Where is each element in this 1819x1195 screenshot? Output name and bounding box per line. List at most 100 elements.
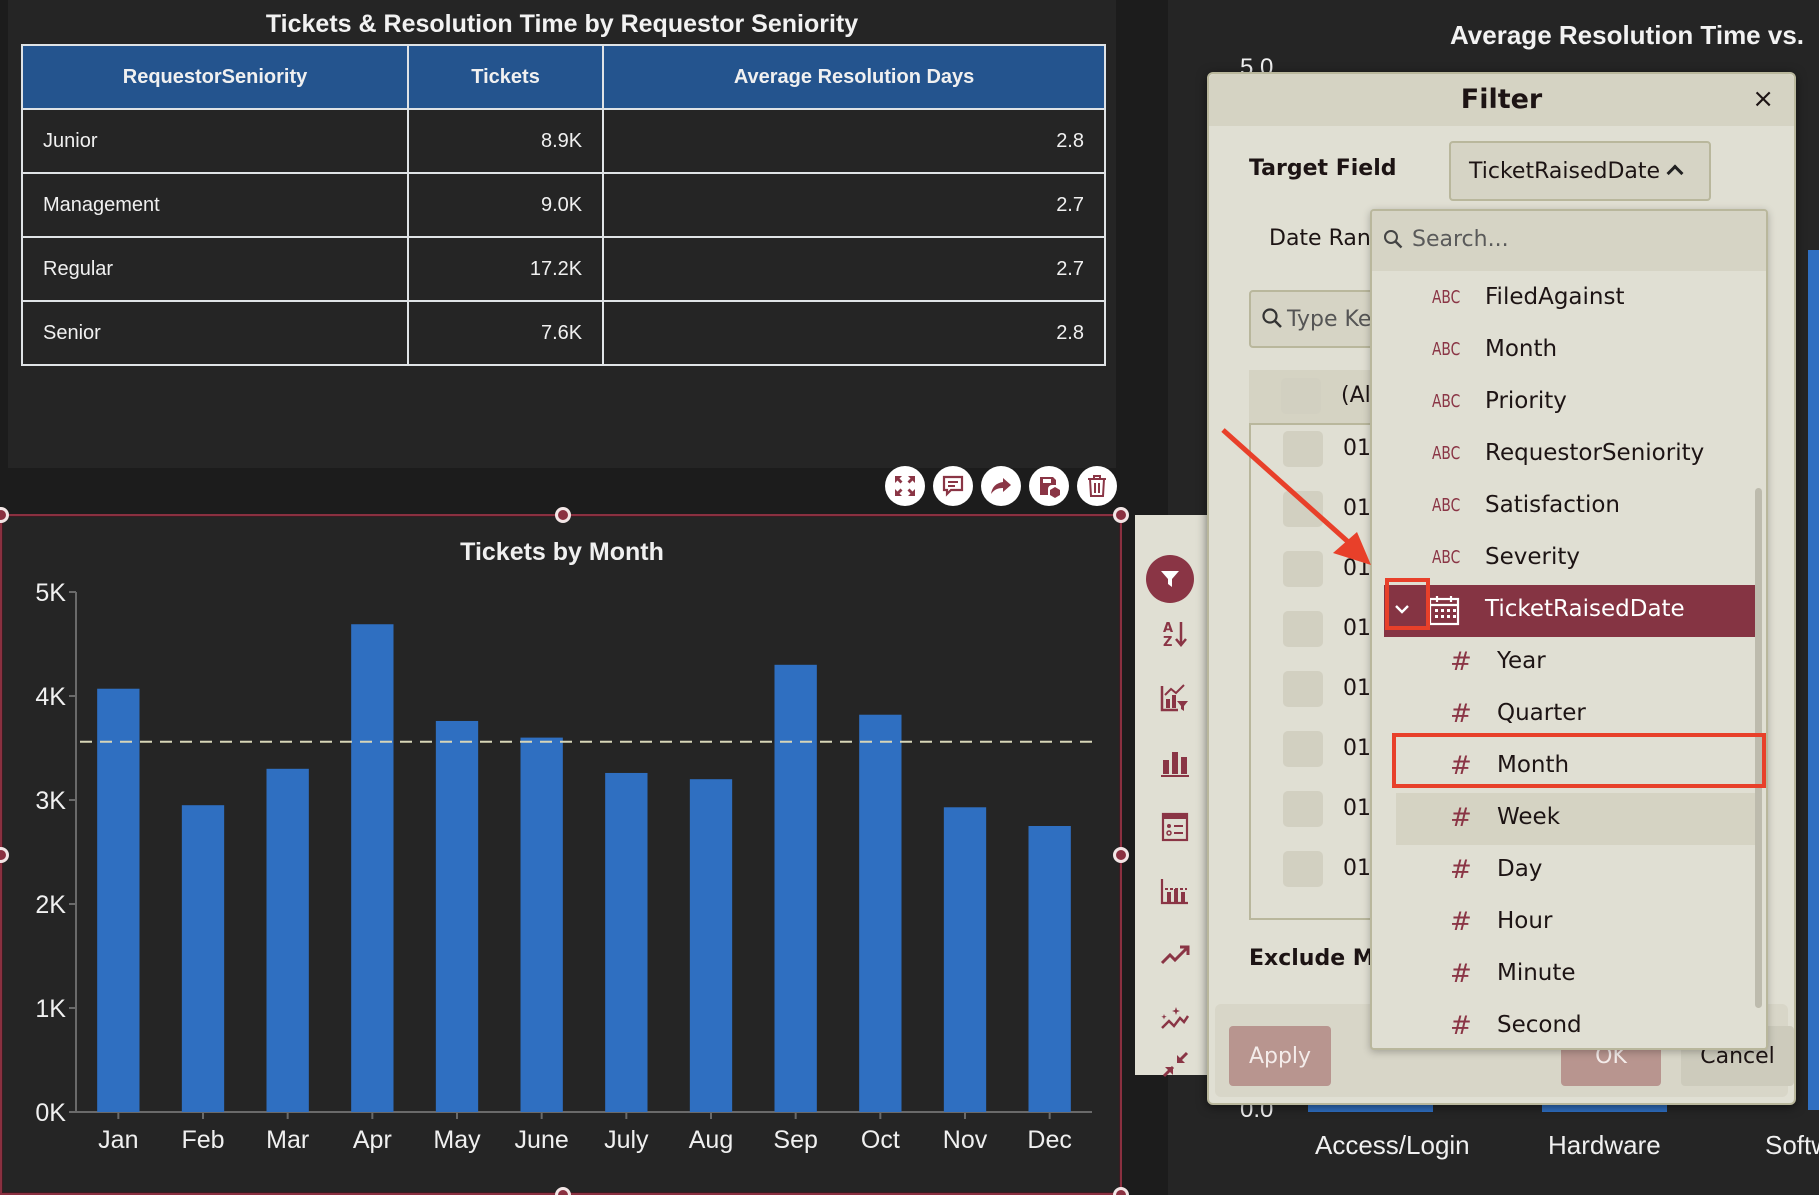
seniority-cell: Senior: [21, 300, 409, 366]
date-part-label: Month: [1497, 752, 1570, 778]
bar-mar[interactable]: [266, 768, 309, 1112]
text-type-icon: ABC: [1432, 339, 1461, 360]
bar-jan[interactable]: [97, 688, 140, 1112]
y-tick-label: 2K: [35, 891, 66, 919]
right-chart-x-label: Access/Login: [1315, 1130, 1470, 1160]
value-checkbox[interactable]: [1283, 791, 1323, 827]
field-option-selected[interactable]: TicketRaisedDate: [1384, 585, 1758, 637]
bar-sep[interactable]: [774, 664, 817, 1112]
collapse-button[interactable]: [1147, 1051, 1203, 1078]
date-part-option[interactable]: # Year: [1372, 637, 1758, 689]
column-header[interactable]: RequestorSeniority: [21, 44, 409, 110]
date-part-option[interactable]: # Minute: [1372, 949, 1758, 1001]
text-type-icon: ABC: [1432, 547, 1461, 568]
date-part-option[interactable]: # Day: [1372, 845, 1758, 897]
collapse-icon: [1162, 1051, 1189, 1078]
value-checkbox[interactable]: [1283, 551, 1323, 587]
x-tick-label: Oct: [861, 1126, 900, 1154]
value-checkbox[interactable]: [1283, 611, 1323, 647]
chart-filter-button[interactable]: [1147, 670, 1203, 726]
field-option[interactable]: ABC RequestorSeniority: [1372, 429, 1758, 481]
save-as-button[interactable]: [1029, 466, 1069, 506]
resize-handle[interactable]: [555, 507, 571, 523]
apply-button[interactable]: Apply: [1229, 1026, 1331, 1086]
text-type-icon: ABC: [1432, 287, 1461, 308]
x-tick-label: Aug: [689, 1126, 733, 1154]
date-part-option[interactable]: # Quarter: [1372, 689, 1758, 741]
bar-june[interactable]: [520, 737, 563, 1112]
dropdown-search-input[interactable]: Search...: [1372, 211, 1766, 271]
field-dropdown: Search... ABC FiledAgainst ABC Month ABC Prio…: [1370, 209, 1768, 1050]
resize-handle[interactable]: [1113, 507, 1129, 523]
value-checkbox[interactable]: [1283, 671, 1323, 707]
forecast-button[interactable]: [1147, 991, 1203, 1047]
dropdown-scrollbar[interactable]: [1755, 488, 1762, 1008]
resize-handle[interactable]: [1113, 847, 1129, 863]
number-type-icon: #: [1450, 855, 1472, 885]
x-tick-label: Mar: [266, 1126, 309, 1154]
trend-button[interactable]: [1147, 927, 1203, 983]
expand-button[interactable]: [885, 466, 925, 506]
bar-apr[interactable]: [351, 624, 394, 1112]
date-part-option[interactable]: # Month: [1372, 741, 1758, 793]
y-tick-label: 3K: [35, 787, 66, 815]
x-tick-label: Apr: [353, 1126, 392, 1154]
reference-line-button[interactable]: [1147, 863, 1203, 919]
chart-type-button[interactable]: [1147, 735, 1203, 791]
field-option[interactable]: ABC Month: [1372, 325, 1758, 377]
expand-icon: [895, 476, 915, 496]
resize-handle[interactable]: [1113, 1187, 1129, 1195]
date-part-option[interactable]: # Week: [1396, 793, 1758, 845]
bar-feb[interactable]: [181, 805, 225, 1112]
number-type-icon: #: [1450, 1011, 1472, 1041]
tickets-cell: 9.0K: [406, 172, 605, 238]
value-checkbox[interactable]: [1283, 431, 1323, 467]
select-all-checkbox[interactable]: [1281, 378, 1321, 414]
table-row: Junior 8.9K 2.8: [21, 108, 1106, 174]
bar-dec[interactable]: [1028, 826, 1071, 1112]
field-option[interactable]: ABC Priority: [1372, 377, 1758, 429]
field-option[interactable]: ABC Severity: [1372, 533, 1758, 585]
column-header[interactable]: Tickets: [406, 44, 605, 110]
field-option-label: RequestorSeniority: [1485, 440, 1705, 466]
field-option[interactable]: ABC Satisfaction: [1372, 481, 1758, 533]
right-chart-x-label: Softw: [1765, 1130, 1819, 1160]
column-header[interactable]: Average Resolution Days: [602, 44, 1106, 110]
chevron-up-icon: [1666, 164, 1684, 182]
delete-button[interactable]: [1077, 466, 1117, 506]
sort-button[interactable]: AZ: [1147, 606, 1203, 662]
reference-line-icon: [1160, 879, 1188, 905]
search-icon: [1384, 230, 1403, 249]
close-icon[interactable]: ×: [1752, 86, 1774, 112]
x-tick-label: Jan: [98, 1126, 138, 1154]
share-button[interactable]: [981, 466, 1021, 506]
tickets-by-month-chart-panel[interactable]: Tickets by Month 0K 1K 2K 3K 4K 5K Jan Feb Mar A…: [0, 507, 1129, 1195]
bar-oct[interactable]: [859, 714, 902, 1112]
comment-button[interactable]: [933, 466, 973, 506]
seniority-table-panel: Tickets & Resolution Time by Requestor S…: [8, 0, 1116, 468]
sparkle-trend-icon: [1161, 1007, 1190, 1029]
bar-may[interactable]: [435, 720, 479, 1112]
tickets-cell: 17.2K: [406, 236, 605, 302]
filter-button[interactable]: [1146, 555, 1194, 603]
bar-nov[interactable]: [943, 807, 987, 1112]
bar-aug[interactable]: [689, 779, 733, 1112]
value-checkbox[interactable]: [1283, 491, 1323, 527]
y-tick-label: 1K: [35, 995, 66, 1023]
value-checkbox[interactable]: [1283, 731, 1323, 767]
legend-button[interactable]: [1147, 799, 1203, 855]
seniority-cell: Management: [21, 172, 409, 238]
value-checkbox[interactable]: [1283, 851, 1323, 887]
table-row: Regular 17.2K 2.7: [21, 236, 1106, 302]
filter-dialog-title: Filter: [1460, 84, 1543, 115]
chart-title: Tickets by Month: [460, 538, 664, 566]
seniority-table: RequestorSeniority Tickets Average Resol…: [21, 44, 1106, 366]
bar-july[interactable]: [605, 772, 648, 1112]
target-field-select[interactable]: TicketRaisedDate: [1449, 141, 1711, 201]
date-part-option[interactable]: # Second: [1372, 1001, 1758, 1048]
date-part-option[interactable]: # Hour: [1372, 897, 1758, 949]
chevron-down-icon[interactable]: [1394, 603, 1410, 615]
keyword-search-placeholder: Type Ke: [1287, 307, 1372, 332]
field-option[interactable]: ABC FiledAgainst: [1372, 273, 1758, 325]
tickets-cell: 7.6K: [406, 300, 605, 366]
